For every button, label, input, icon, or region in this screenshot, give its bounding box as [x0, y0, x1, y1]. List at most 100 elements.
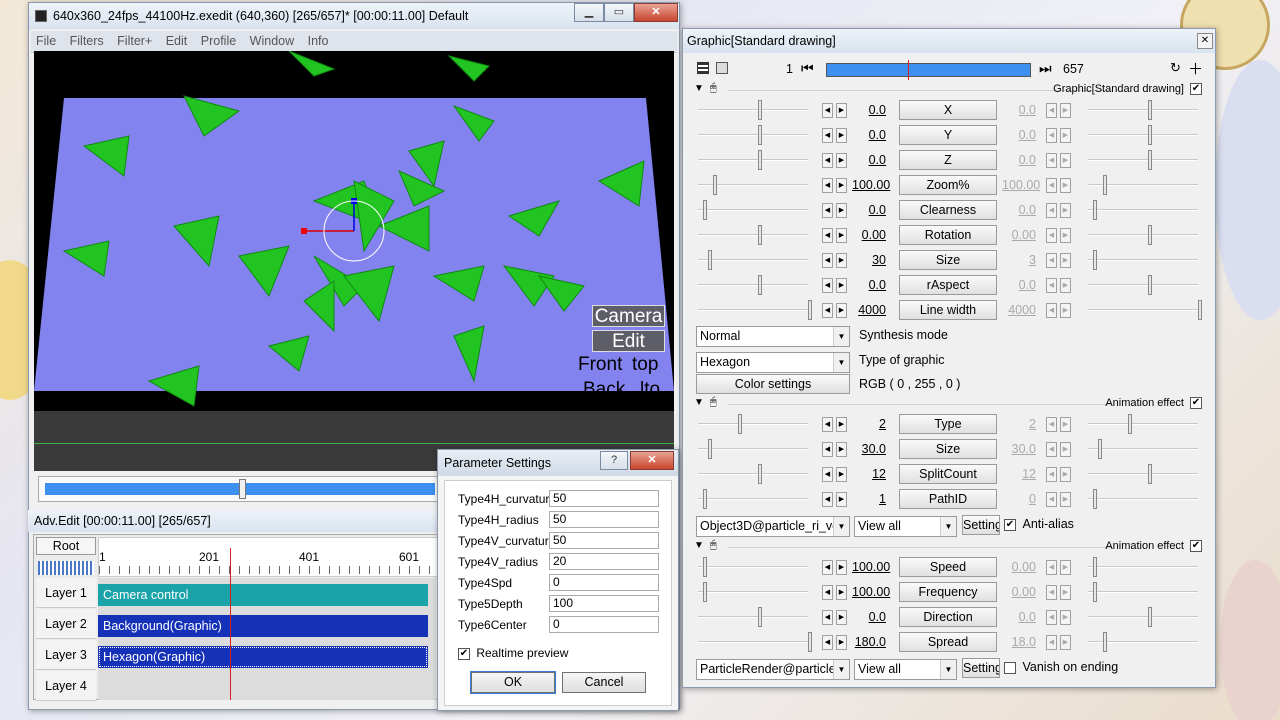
frame-toggle-icon[interactable] — [716, 62, 728, 74]
param-input-type4v-curvature[interactable]: 50 — [549, 532, 659, 549]
decrement-arrow-icon[interactable]: ◀ — [822, 253, 833, 268]
param-end-slider[interactable] — [1088, 632, 1198, 652]
maximize-button[interactable]: ▭ — [604, 3, 634, 22]
animation-effect-2-checkbox[interactable]: ✔ — [1190, 540, 1202, 552]
increment-arrow-icon[interactable]: ▶ — [1060, 103, 1071, 118]
param-end-value[interactable]: 12 — [1002, 467, 1036, 481]
root-button[interactable]: Root — [36, 537, 96, 555]
param-start-value[interactable]: 0.0 — [852, 128, 886, 142]
increment-arrow-icon[interactable]: ▶ — [836, 178, 847, 193]
param-end-value[interactable]: 0.00 — [1002, 228, 1036, 242]
menu-profile[interactable]: Profile — [196, 31, 241, 51]
param-start-value[interactable]: 0.0 — [852, 203, 886, 217]
collapse-triangle-icon[interactable]: ▼ — [694, 83, 704, 94]
increment-arrow-icon[interactable]: ▶ — [836, 610, 847, 625]
layer-2-label[interactable]: Layer 2 — [36, 609, 96, 639]
layer-3-label[interactable]: Layer 3 — [36, 640, 96, 670]
slider-thumb[interactable] — [713, 175, 717, 195]
layer-4-label[interactable]: Layer 4 — [36, 671, 96, 701]
increment-arrow-icon[interactable]: ▶ — [1060, 417, 1071, 432]
slider-thumb[interactable] — [703, 557, 707, 577]
increment-arrow-icon[interactable]: ▶ — [1060, 610, 1071, 625]
view-top-button[interactable]: top — [632, 354, 658, 376]
param-start-value[interactable]: 0.0 — [852, 610, 886, 624]
increment-arrow-icon[interactable]: ▶ — [1060, 442, 1071, 457]
close-button[interactable]: ✕ — [634, 3, 678, 22]
synthesis-mode-select[interactable]: Normal ▼ — [696, 326, 850, 347]
param-start-slider[interactable] — [698, 100, 808, 120]
cancel-button[interactable]: Cancel — [562, 672, 646, 693]
playhead-line[interactable] — [230, 548, 231, 700]
param-start-slider[interactable] — [698, 150, 808, 170]
param-end-value[interactable]: 100.00 — [1002, 178, 1040, 192]
param-start-slider[interactable] — [698, 464, 808, 484]
add-filter-icon[interactable]: ＋ — [1188, 58, 1203, 79]
param-name-button[interactable]: Frequency — [899, 582, 997, 602]
param-name-button[interactable]: Speed — [899, 557, 997, 577]
param-start-slider[interactable] — [698, 275, 808, 295]
param-start-slider[interactable] — [698, 557, 808, 577]
param-start-value[interactable]: 0.0 — [852, 153, 886, 167]
slider-thumb[interactable] — [1093, 200, 1097, 220]
param-start-value[interactable]: 100.00 — [852, 178, 890, 192]
decrement-arrow-icon[interactable]: ◀ — [1046, 128, 1057, 143]
decrement-arrow-icon[interactable]: ◀ — [822, 278, 833, 293]
decrement-arrow-icon[interactable]: ◀ — [1046, 178, 1057, 193]
param-end-value[interactable]: 0.00 — [1002, 585, 1036, 599]
slider-thumb[interactable] — [808, 632, 812, 652]
menu-filter-plus[interactable]: Filter+ — [112, 31, 157, 51]
param-start-slider[interactable] — [698, 439, 808, 459]
param-start-value[interactable]: 0.0 — [852, 103, 886, 117]
decrement-arrow-icon[interactable]: ◀ — [822, 178, 833, 193]
param-end-value[interactable]: 0.0 — [1002, 103, 1036, 117]
clip-hexagon-graphic[interactable]: Hexagon(Graphic) — [98, 646, 428, 668]
param-start-value[interactable]: 1 — [852, 492, 886, 506]
param-start-slider[interactable] — [698, 125, 808, 145]
slider-thumb[interactable] — [1148, 275, 1152, 295]
increment-arrow-icon[interactable]: ▶ — [1060, 585, 1071, 600]
decrement-arrow-icon[interactable]: ◀ — [1046, 278, 1057, 293]
param-start-value[interactable]: 4000 — [852, 303, 886, 317]
slider-thumb[interactable] — [758, 125, 762, 145]
param-end-slider[interactable] — [1088, 439, 1198, 459]
edit-button[interactable]: Edit — [592, 330, 665, 352]
view-back-button[interactable]: Back — [583, 379, 625, 401]
param-end-slider[interactable] — [1088, 100, 1198, 120]
param-name-button[interactable]: Clearness — [899, 200, 997, 220]
increment-arrow-icon[interactable]: ▶ — [836, 128, 847, 143]
decrement-arrow-icon[interactable]: ◀ — [1046, 203, 1057, 218]
decrement-arrow-icon[interactable]: ◀ — [1046, 442, 1057, 457]
dialog-close-button[interactable]: ✕ — [630, 451, 674, 470]
param-start-slider[interactable] — [698, 489, 808, 509]
decrement-arrow-icon[interactable]: ◀ — [1046, 303, 1057, 318]
menu-filters[interactable]: Filters — [65, 31, 109, 51]
param-name-button[interactable]: Y — [899, 125, 997, 145]
slider-thumb[interactable] — [758, 150, 762, 170]
param-name-button[interactable]: Size — [899, 439, 997, 459]
param-end-value[interactable]: 0.00 — [1002, 560, 1036, 574]
param-end-value[interactable]: 0.0 — [1002, 153, 1036, 167]
anim2-setting-button[interactable]: Setting — [962, 658, 1000, 678]
decrement-arrow-icon[interactable]: ◀ — [822, 467, 833, 482]
increment-arrow-icon[interactable]: ▶ — [1060, 635, 1071, 650]
animation-effect-1-checkbox[interactable]: ✔ — [1190, 397, 1202, 409]
slider-thumb[interactable] — [1198, 300, 1202, 320]
param-name-button[interactable]: Line width — [899, 300, 997, 320]
param-start-value[interactable]: 100.00 — [852, 560, 890, 574]
param-end-slider[interactable] — [1088, 225, 1198, 245]
increment-arrow-icon[interactable]: ▶ — [1060, 467, 1071, 482]
param-end-slider[interactable] — [1088, 250, 1198, 270]
minimize-button[interactable]: ▁ — [574, 3, 604, 22]
param-end-value[interactable]: 3 — [1002, 253, 1036, 267]
increment-arrow-icon[interactable]: ▶ — [1060, 303, 1071, 318]
decrement-arrow-icon[interactable]: ◀ — [822, 303, 833, 318]
slider-thumb[interactable] — [738, 414, 742, 434]
decrement-arrow-icon[interactable]: ◀ — [822, 417, 833, 432]
param-name-button[interactable]: Spread — [899, 632, 997, 652]
increment-arrow-icon[interactable]: ▶ — [1060, 153, 1071, 168]
param-start-slider[interactable] — [698, 300, 812, 320]
param-start-slider[interactable] — [698, 200, 808, 220]
param-end-slider[interactable] — [1088, 414, 1198, 434]
frame-range-bar[interactable] — [826, 60, 1031, 80]
increment-arrow-icon[interactable]: ▶ — [1060, 178, 1071, 193]
